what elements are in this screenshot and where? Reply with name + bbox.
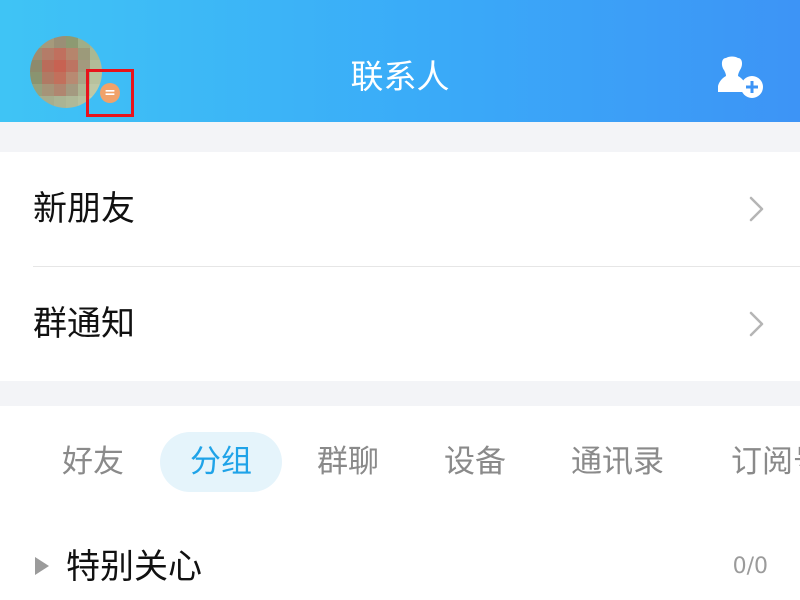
list-item-label: 新朋友: [33, 189, 135, 229]
add-contact-icon[interactable]: [718, 56, 766, 100]
tab-address-book[interactable]: 通讯录: [571, 432, 664, 492]
tab-group-chats[interactable]: 群聊: [317, 432, 379, 492]
group-row-special-care[interactable]: 特别关心 0/0: [0, 516, 800, 600]
avatar-pixel: [90, 36, 102, 48]
group-name: 特别关心: [66, 547, 202, 587]
group-online-count: 0/0: [732, 554, 768, 579]
list-item-label: 群通知: [33, 304, 135, 344]
section-spacer: [0, 122, 800, 152]
chevron-right-icon: [749, 196, 764, 222]
avatar-pixel: [54, 36, 66, 48]
list-item-new-friends[interactable]: 新朋友: [0, 152, 800, 266]
tab-friends[interactable]: 好友: [62, 432, 124, 492]
header-bar: = 联系人: [0, 0, 800, 122]
contacts-tabs: 好友 分组 群聊 设备 通讯录 订阅号: [0, 406, 800, 516]
list-item-group-notice[interactable]: 群通知: [0, 267, 800, 381]
avatar-pixel: [42, 36, 54, 48]
expand-arrow-icon[interactable]: [35, 557, 49, 575]
section-spacer: [0, 381, 800, 406]
page-title: 联系人: [350, 57, 450, 96]
tab-devices[interactable]: 设备: [444, 432, 506, 492]
tab-subscriptions[interactable]: 订阅号: [731, 432, 800, 492]
contacts-screen: = 联系人 新朋友 群通知 好友 分组 群聊 设备 通讯录 订阅号: [0, 0, 800, 600]
avatar-pixel: [30, 36, 42, 48]
chevron-right-icon: [749, 311, 764, 337]
avatar-pixel: [66, 36, 78, 48]
tab-groups[interactable]: 分组: [160, 432, 282, 492]
avatar-pixel: [78, 36, 90, 48]
